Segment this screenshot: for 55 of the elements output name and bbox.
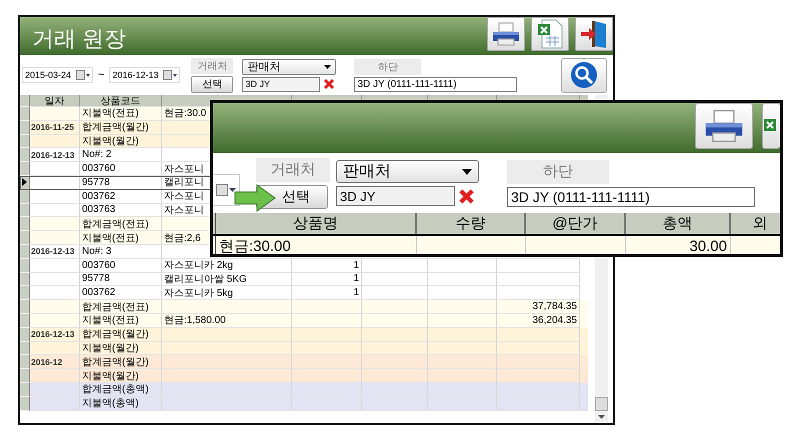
table-row[interactable]: 2016-12-13 합계금액(월간) xyxy=(20,328,588,342)
date-from-field[interactable]: 2015-03-24 xyxy=(22,67,93,83)
table-row[interactable]: 합계금액(총액) xyxy=(20,382,588,397)
column-header[interactable]: 총액 xyxy=(626,213,731,234)
column-header[interactable]: 수량 xyxy=(417,213,526,234)
table-cell: 지불액(총액) xyxy=(80,396,162,411)
table-row[interactable]: 합계금액(전표) 37,784.35 xyxy=(20,300,588,314)
caret-icon xyxy=(324,64,332,68)
printer-icon xyxy=(491,22,521,46)
table-row[interactable]: 지불액(월간) xyxy=(20,369,588,383)
calendar-dropdown-icon xyxy=(163,70,178,80)
excel-button[interactable] xyxy=(762,103,780,149)
printer-icon xyxy=(703,109,745,143)
range-separator: ~ xyxy=(98,69,104,81)
clear-icon[interactable] xyxy=(323,78,336,90)
bottom-label: 하단 xyxy=(354,58,422,74)
current-row-icon xyxy=(22,178,27,186)
partner-name-field[interactable]: 3D JY xyxy=(336,186,455,206)
partner-detail-field[interactable]: 3D JY (0111-111-1111) xyxy=(354,76,518,92)
excel-button[interactable] xyxy=(531,17,569,51)
table-row[interactable]: 지불액(월간) xyxy=(20,342,588,356)
print-button[interactable] xyxy=(695,103,753,149)
arrow-icon xyxy=(234,184,276,212)
exit-button[interactable] xyxy=(575,17,613,51)
spreadsheet-icon xyxy=(537,19,563,49)
partner-label: 거래처 xyxy=(256,158,330,182)
print-button[interactable] xyxy=(487,17,525,51)
search-button[interactable] xyxy=(561,58,607,92)
calendar-dropdown-icon xyxy=(216,184,236,196)
bottom-label: 하단 xyxy=(507,160,609,184)
partner-type-dropdown[interactable]: 판매처 xyxy=(242,58,336,74)
table-row[interactable]: 현금:30.00 30.00 xyxy=(213,236,780,254)
row-selector[interactable] xyxy=(20,176,30,190)
row-selector-header[interactable] xyxy=(20,95,30,107)
table-cell: 30.00 xyxy=(626,236,731,254)
partner-detail-field[interactable]: 3D JY (0111-111-1111) xyxy=(507,186,755,206)
select-button[interactable]: 선택 xyxy=(191,76,234,92)
exit-door-icon xyxy=(579,19,609,49)
search-icon xyxy=(570,61,598,89)
table-row[interactable]: 2016-12 합계금액(월간) xyxy=(20,355,588,370)
partner-label: 거래처 xyxy=(191,58,234,74)
window-title: 거래 원장 xyxy=(31,25,126,53)
scroll-thumb[interactable] xyxy=(595,397,608,411)
clear-icon[interactable] xyxy=(458,188,475,204)
scroll-down-icon[interactable] xyxy=(598,415,605,419)
date-to-field[interactable]: 2016-12-13 xyxy=(109,67,180,83)
calendar-dropdown-icon xyxy=(76,70,90,80)
partner-name-field[interactable]: 3D JY xyxy=(242,76,320,92)
column-header[interactable]: 외 xyxy=(731,213,780,234)
column-header[interactable]: 상품명 xyxy=(216,213,417,234)
partner-type-dropdown[interactable]: 판매처 xyxy=(336,160,479,183)
column-header[interactable]: @단가 xyxy=(526,213,626,234)
table-row[interactable]: 지불액(전표) 현금:1,580.00 36,204.35 xyxy=(20,314,588,328)
table-row[interactable]: 지불액(총액) xyxy=(20,396,588,411)
table-cell: 현금:30.00 xyxy=(216,236,417,254)
